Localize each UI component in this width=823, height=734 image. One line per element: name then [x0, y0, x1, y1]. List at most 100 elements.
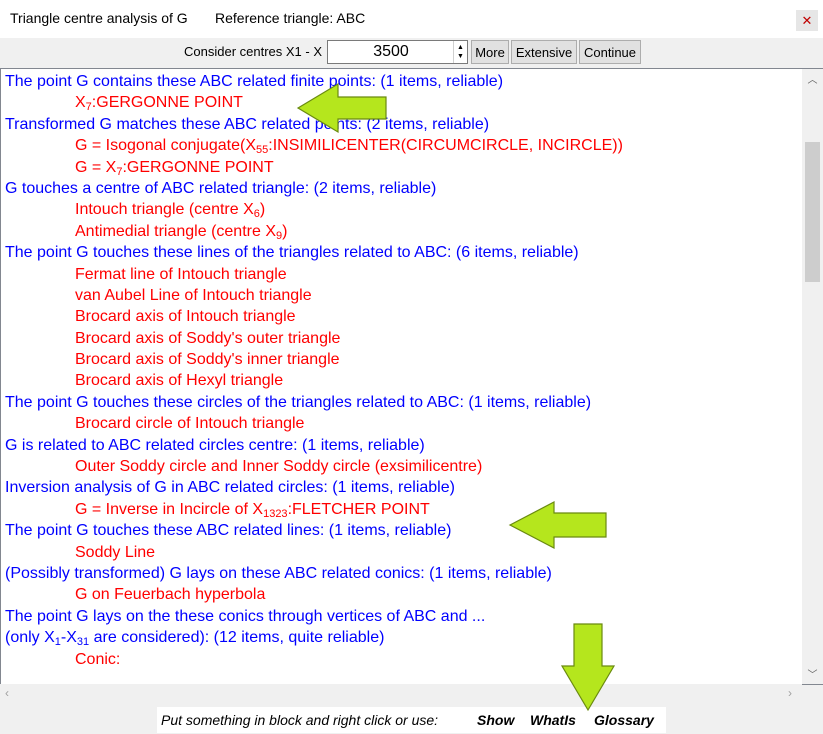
line-text: The point G contains these ABC related f…	[5, 73, 504, 90]
result-item[interactable]: G on Feuerbach hyperbola	[5, 584, 798, 605]
scroll-left-icon[interactable]: ‹	[5, 686, 9, 700]
line-text: :INSIMILICENTER(CIRCUMCIRCLE, INCIRCLE))	[268, 137, 623, 155]
line-text: X	[75, 94, 86, 112]
line-text: are considered): (12 items, quite reliab…	[89, 629, 385, 647]
result-heading[interactable]: (Possibly transformed) G lays on these A…	[5, 563, 798, 584]
line-text: The point G touches these ABC related li…	[5, 522, 452, 540]
result-heading[interactable]: G touches a centre of ABC related triang…	[5, 178, 798, 199]
line-text: Brocard axis of Intouch triangle	[75, 308, 296, 326]
line-text: Transformed G matches these ABC related …	[5, 115, 490, 133]
line-text: Brocard circle of Intouch triangle	[75, 415, 305, 433]
line-text: Brocard axis of Hexyl triangle	[75, 372, 284, 390]
centres-count-value[interactable]: 3500	[328, 43, 454, 61]
extensive-button-label: Extensive	[515, 44, 573, 60]
line-text: van Aubel Line of Intouch triangle	[75, 286, 312, 304]
close-button[interactable]: ✕	[796, 10, 818, 31]
subscript-text: 55	[256, 144, 269, 157]
left-arrow-icon	[296, 82, 387, 134]
result-item[interactable]: Brocard circle of Intouch triangle	[5, 413, 798, 434]
spinner-arrows[interactable]: ▲ ▼	[453, 41, 467, 63]
line-text: )	[259, 201, 266, 219]
horizontal-scrollbar[interactable]: ‹ ›	[0, 684, 802, 704]
result-heading[interactable]: The point G contains these ABC related f…	[5, 71, 798, 92]
line-text: Outer Soddy circle and Inner Soddy circl…	[75, 458, 483, 476]
result-item[interactable]: Antimedial triangle (centre X9)	[5, 221, 798, 242]
result-item[interactable]: G = Isogonal conjugate(X55:INSIMILICENTE…	[5, 135, 798, 156]
result-item[interactable]: Soddy Line	[5, 542, 798, 563]
result-item[interactable]: Brocard axis of Hexyl triangle	[5, 370, 798, 391]
toolbar: Consider centres X1 - X 3500 ▲ ▼ More Ex…	[0, 38, 823, 68]
line-text: The point G touches these circles of the…	[5, 393, 592, 411]
extensive-button[interactable]: Extensive	[511, 40, 577, 64]
result-heading[interactable]: The point G touches these ABC related li…	[5, 520, 798, 541]
result-item[interactable]: Intouch triangle (centre X6)	[5, 199, 798, 220]
line-text: Conic:	[75, 650, 121, 668]
result-item[interactable]: X7:GERGONNE POINT	[5, 92, 798, 113]
line-text: G = Isogonal conjugate(X	[75, 137, 257, 155]
line-text: Fermat line of Intouch triangle	[75, 265, 287, 283]
bottom-prompt-text: Put something in block and right click o…	[161, 712, 439, 728]
line-text: Intouch triangle (centre X	[75, 201, 254, 219]
line-text: )	[282, 222, 288, 240]
glossary-button[interactable]: Glossary	[594, 712, 654, 728]
line-text: :GERGONNE POINT	[91, 94, 243, 112]
window-title: Triangle centre analysis of G	[10, 10, 188, 26]
result-item[interactable]: G = Inverse in Incircle of X1323:FLETCHE…	[5, 499, 798, 520]
line-text: Brocard axis of Soddy's outer triangle	[75, 329, 341, 347]
consider-centres-label: Consider centres X1 - X	[184, 44, 323, 59]
result-heading[interactable]: The point G touches these circles of the…	[5, 392, 798, 413]
line-text: G = Inverse in Incircle of X	[75, 500, 264, 518]
line-text: -X	[60, 629, 77, 647]
result-item[interactable]: Brocard axis of Soddy's inner triangle	[5, 349, 798, 370]
title-bar: Triangle centre analysis of G Reference …	[0, 0, 823, 38]
result-heading[interactable]: The point G touches these lines of the t…	[5, 242, 798, 263]
reference-triangle-label: Reference triangle: ABC	[215, 10, 366, 26]
subscript-text: 1323	[263, 507, 288, 520]
spin-up-icon[interactable]: ▲	[457, 43, 464, 52]
result-heading[interactable]: Transformed G matches these ABC related …	[5, 114, 798, 135]
result-heading[interactable]: (only X1-X31 are considered): (12 items,…	[5, 627, 798, 648]
scroll-right-icon[interactable]: ›	[788, 686, 792, 700]
down-arrow-icon	[560, 623, 616, 712]
result-heading[interactable]: G is related to ABC related circles cent…	[5, 435, 798, 456]
line-text: Brocard axis of Soddy's inner triangle	[75, 351, 340, 369]
line-text: Inversion analysis of G in ABC related c…	[5, 479, 455, 497]
line-text: The point G touches these lines of the t…	[5, 244, 579, 262]
scroll-down-icon[interactable]: ﹀	[802, 666, 823, 681]
whatis-button[interactable]: WhatIs	[530, 712, 576, 728]
left-arrow-icon	[508, 501, 607, 549]
vertical-scrollbar[interactable]: ︿ ﹀	[802, 69, 823, 684]
vertical-scroll-thumb[interactable]	[805, 142, 820, 282]
result-item[interactable]: Conic:	[5, 649, 798, 670]
result-item[interactable]: G = X7:GERGONNE POINT	[5, 157, 798, 178]
spin-down-icon[interactable]: ▼	[457, 52, 464, 61]
line-text: G on Feuerbach hyperbola	[75, 586, 266, 604]
line-text: G touches a centre of ABC related triang…	[5, 179, 437, 197]
result-item[interactable]: Brocard axis of Soddy's outer triangle	[5, 328, 798, 349]
show-button[interactable]: Show	[477, 712, 514, 728]
results-text-area[interactable]: The point G contains these ABC related f…	[0, 68, 823, 685]
line-text: G is related to ABC related circles cent…	[5, 436, 425, 454]
centres-count-spinner[interactable]: 3500 ▲ ▼	[327, 40, 468, 64]
subscript-text: 31	[76, 636, 90, 649]
result-item[interactable]: van Aubel Line of Intouch triangle	[5, 285, 798, 306]
result-heading[interactable]: Inversion analysis of G in ABC related c…	[5, 477, 798, 498]
result-item[interactable]: Fermat line of Intouch triangle	[5, 264, 798, 285]
line-text: Soddy Line	[75, 543, 156, 561]
line-text: :FLETCHER POINT	[287, 500, 430, 518]
line-text: The point G lays on the these conics thr…	[5, 607, 486, 625]
line-text: :GERGONNE POINT	[122, 158, 274, 176]
line-text: G = X	[75, 158, 117, 176]
result-heading[interactable]: The point G lays on the these conics thr…	[5, 606, 798, 627]
line-text: (Possibly transformed) G lays on these A…	[5, 564, 552, 582]
more-button-label: More	[475, 44, 505, 60]
result-item[interactable]: Outer Soddy circle and Inner Soddy circl…	[5, 456, 798, 477]
results-lines: The point G contains these ABC related f…	[5, 71, 798, 670]
line-text: (only X	[5, 629, 55, 647]
continue-button[interactable]: Continue	[579, 40, 641, 64]
result-item[interactable]: Brocard axis of Intouch triangle	[5, 306, 798, 327]
close-icon: ✕	[801, 12, 813, 28]
more-button[interactable]: More	[471, 40, 509, 64]
continue-button-label: Continue	[583, 44, 637, 60]
scroll-up-icon[interactable]: ︿	[802, 71, 823, 86]
